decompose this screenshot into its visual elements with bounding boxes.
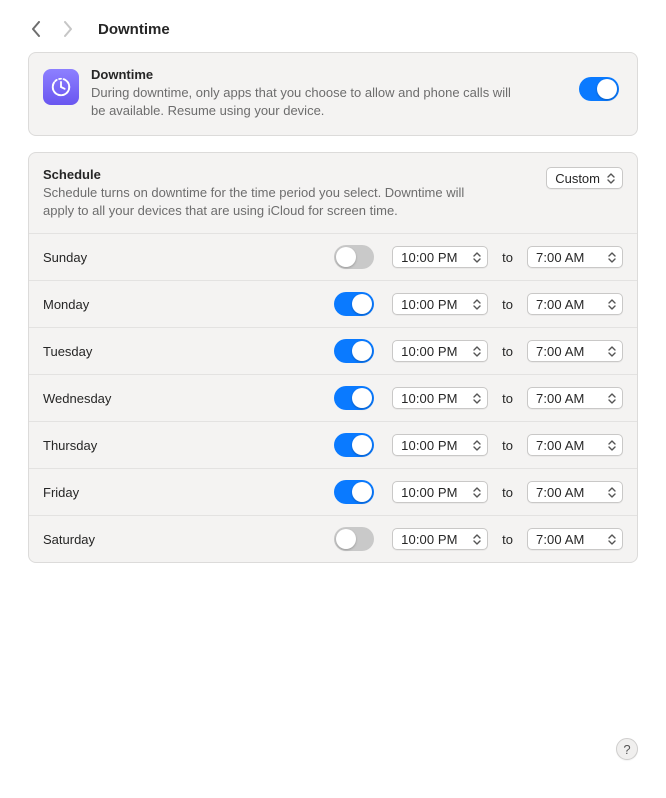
- updown-stepper-icon: [605, 389, 619, 407]
- end-time-field[interactable]: 7:00 AM: [527, 481, 623, 503]
- schedule-description: Schedule turns on downtime for the time …: [43, 184, 473, 219]
- to-label: to: [498, 532, 517, 547]
- end-time-field[interactable]: 7:00 AM: [527, 528, 623, 550]
- start-time-text: 10:00 PM: [401, 438, 457, 453]
- day-name: Wednesday: [43, 391, 193, 406]
- schedule-card: Schedule Schedule turns on downtime for …: [28, 152, 638, 563]
- updown-stepper-icon: [605, 530, 619, 548]
- updown-stepper-icon: [605, 295, 619, 313]
- end-time-text: 7:00 AM: [536, 485, 584, 500]
- to-label: to: [498, 391, 517, 406]
- end-time-field[interactable]: 7:00 AM: [527, 340, 623, 362]
- day-name: Thursday: [43, 438, 193, 453]
- end-time-field[interactable]: 7:00 AM: [527, 246, 623, 268]
- day-row: Saturday 10:00 PM to 7:00 AM: [29, 515, 637, 562]
- day-name: Saturday: [43, 532, 193, 547]
- downtime-master-toggle[interactable]: [579, 77, 619, 101]
- updown-stepper-icon: [470, 248, 484, 266]
- start-time-text: 10:00 PM: [401, 391, 457, 406]
- updown-stepper-icon: [604, 169, 618, 187]
- start-time-field[interactable]: 10:00 PM: [392, 434, 488, 456]
- start-time-field[interactable]: 10:00 PM: [392, 246, 488, 268]
- day-name: Monday: [43, 297, 193, 312]
- downtime-title: Downtime: [91, 67, 567, 82]
- back-button[interactable]: [30, 20, 42, 38]
- updown-stepper-icon: [470, 295, 484, 313]
- start-time-text: 10:00 PM: [401, 250, 457, 265]
- to-label: to: [498, 485, 517, 500]
- end-time-text: 7:00 AM: [536, 391, 584, 406]
- day-toggle[interactable]: [334, 527, 374, 551]
- day-row: Wednesday 10:00 PM to 7:00 AM: [29, 374, 637, 421]
- updown-stepper-icon: [470, 342, 484, 360]
- day-row: Friday 10:00 PM to 7:00 AM: [29, 468, 637, 515]
- start-time-field[interactable]: 10:00 PM: [392, 481, 488, 503]
- help-label: ?: [623, 742, 630, 757]
- help-button[interactable]: ?: [616, 738, 638, 760]
- day-name: Friday: [43, 485, 193, 500]
- start-time-field[interactable]: 10:00 PM: [392, 387, 488, 409]
- day-toggle[interactable]: [334, 245, 374, 269]
- start-time-text: 10:00 PM: [401, 532, 457, 547]
- end-time-field[interactable]: 7:00 AM: [527, 293, 623, 315]
- day-name: Sunday: [43, 250, 193, 265]
- end-time-field[interactable]: 7:00 AM: [527, 434, 623, 456]
- end-time-text: 7:00 AM: [536, 438, 584, 453]
- end-time-text: 7:00 AM: [536, 344, 584, 359]
- schedule-title: Schedule: [43, 167, 473, 182]
- start-time-text: 10:00 PM: [401, 344, 457, 359]
- updown-stepper-icon: [605, 436, 619, 454]
- end-time-text: 7:00 AM: [536, 532, 584, 547]
- schedule-mode-popup[interactable]: Custom: [546, 167, 623, 189]
- day-row: Thursday 10:00 PM to 7:00 AM: [29, 421, 637, 468]
- downtime-summary-card: Downtime During downtime, only apps that…: [28, 52, 638, 136]
- day-row: Tuesday 10:00 PM to 7:00 AM: [29, 327, 637, 374]
- to-label: to: [498, 344, 517, 359]
- day-name: Tuesday: [43, 344, 193, 359]
- day-toggle[interactable]: [334, 433, 374, 457]
- nav-bar: Downtime: [28, 10, 638, 52]
- updown-stepper-icon: [605, 483, 619, 501]
- schedule-mode-label: Custom: [555, 171, 600, 186]
- to-label: to: [498, 438, 517, 453]
- end-time-field[interactable]: 7:00 AM: [527, 387, 623, 409]
- start-time-text: 10:00 PM: [401, 297, 457, 312]
- forward-button: [62, 20, 74, 38]
- day-row: Sunday 10:00 PM to 7:00 AM: [29, 233, 637, 280]
- updown-stepper-icon: [470, 436, 484, 454]
- updown-stepper-icon: [605, 342, 619, 360]
- day-toggle[interactable]: [334, 292, 374, 316]
- downtime-description: During downtime, only apps that you choo…: [91, 84, 521, 119]
- day-row: Monday 10:00 PM to 7:00 AM: [29, 280, 637, 327]
- downtime-clock-icon: [43, 69, 79, 105]
- start-time-text: 10:00 PM: [401, 485, 457, 500]
- day-toggle[interactable]: [334, 339, 374, 363]
- to-label: to: [498, 297, 517, 312]
- end-time-text: 7:00 AM: [536, 297, 584, 312]
- updown-stepper-icon: [470, 483, 484, 501]
- page-title: Downtime: [98, 21, 170, 38]
- updown-stepper-icon: [470, 530, 484, 548]
- start-time-field[interactable]: 10:00 PM: [392, 340, 488, 362]
- end-time-text: 7:00 AM: [536, 250, 584, 265]
- start-time-field[interactable]: 10:00 PM: [392, 528, 488, 550]
- day-toggle[interactable]: [334, 386, 374, 410]
- day-toggle[interactable]: [334, 480, 374, 504]
- updown-stepper-icon: [470, 389, 484, 407]
- updown-stepper-icon: [605, 248, 619, 266]
- to-label: to: [498, 250, 517, 265]
- start-time-field[interactable]: 10:00 PM: [392, 293, 488, 315]
